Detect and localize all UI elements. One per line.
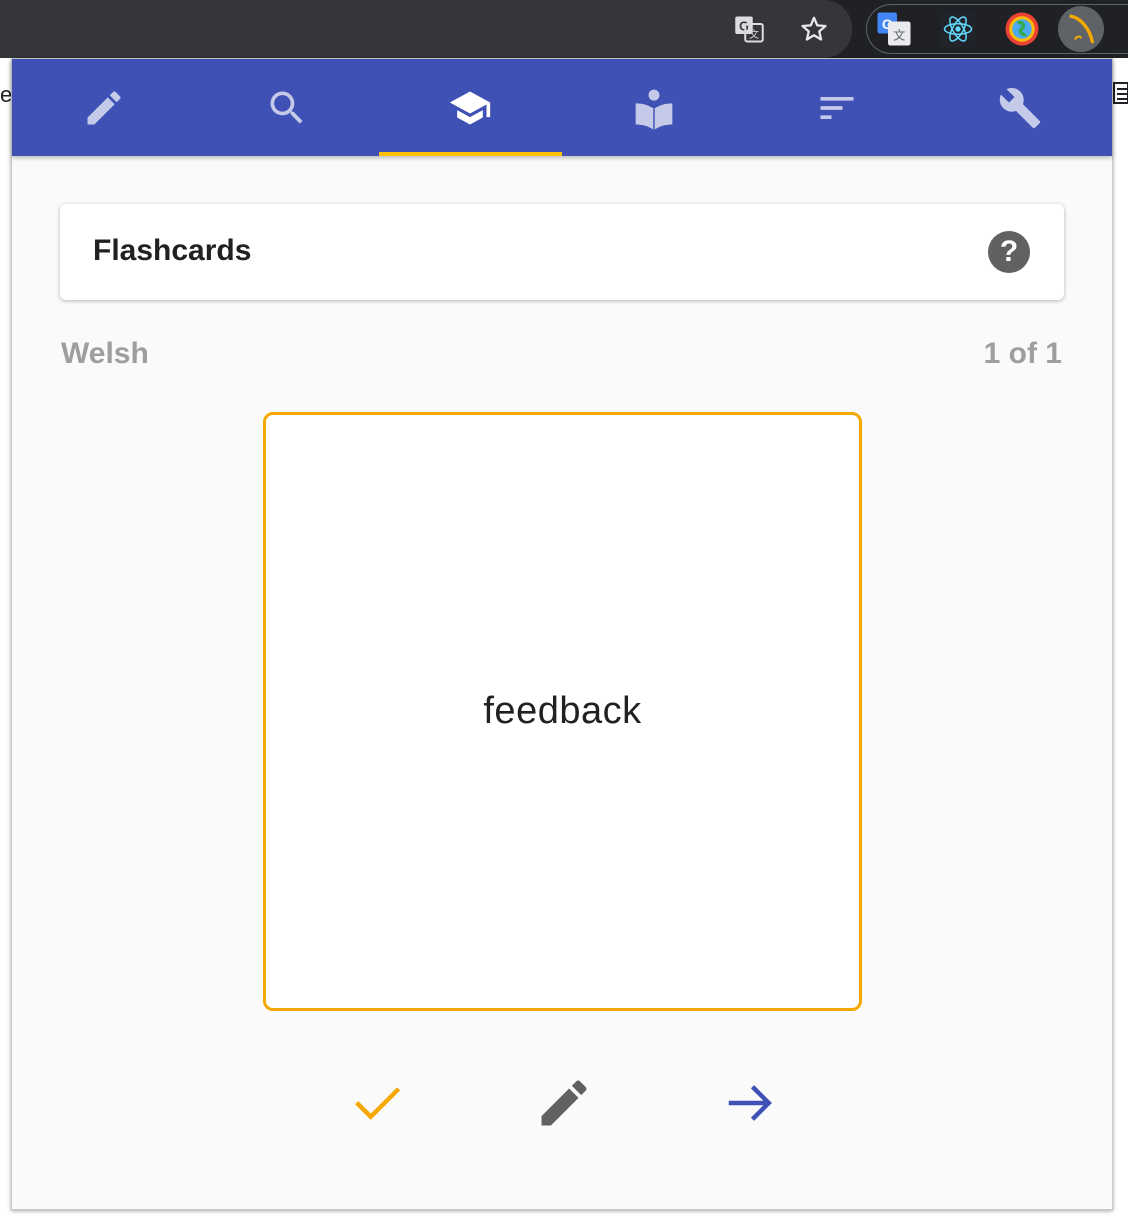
omnibox-end: [0, 0, 852, 58]
svg-text:文: 文: [749, 28, 759, 41]
svg-text:G: G: [739, 19, 749, 33]
arrow-right-icon: [728, 1085, 772, 1121]
help-button[interactable]: ?: [988, 231, 1030, 273]
mark-known-button[interactable]: [345, 1071, 409, 1135]
react-devtools-icon[interactable]: [937, 8, 979, 50]
wrench-icon: [1000, 87, 1041, 128]
tab-search[interactable]: [195, 59, 378, 156]
check-icon: [355, 1087, 401, 1120]
tab-reader[interactable]: [562, 59, 745, 156]
page-behind-list-icon: [1112, 80, 1128, 106]
tab-sort[interactable]: [745, 59, 928, 156]
flashcards-extension-icon[interactable]: [1060, 8, 1102, 50]
flashcard-word: feedback: [483, 690, 642, 732]
globe-extension-icon[interactable]: [1001, 8, 1043, 50]
flashcard[interactable]: feedback: [263, 412, 862, 1011]
google-translate-extension-icon[interactable]: G 文: [873, 8, 915, 50]
search-icon: [270, 91, 303, 124]
graduation-cap-icon: [450, 91, 491, 124]
pencil-icon: [87, 90, 121, 124]
next-card-button[interactable]: [718, 1071, 782, 1135]
card-counter: 1 of 1: [983, 337, 1062, 370]
star-bookmark-icon[interactable]: [793, 8, 835, 50]
svg-text:文: 文: [893, 28, 905, 43]
reader-book-icon: [635, 89, 672, 130]
title-card: Flashcards ?: [60, 204, 1064, 300]
page-title: Flashcards: [93, 234, 252, 267]
translate-icon[interactable]: G 文: [728, 8, 770, 50]
extension-popup: Flashcards ? Welsh 1 of 1 feedback: [11, 58, 1113, 1210]
tab-settings[interactable]: [929, 59, 1112, 156]
sort-lines-icon: [820, 96, 854, 119]
help-question-icon: ?: [999, 235, 1019, 268]
tab-edit[interactable]: [12, 59, 195, 156]
deck-language: Welsh: [61, 337, 149, 370]
browser-toolbar: G 文 G 文: [0, 0, 1128, 58]
pencil-icon: [541, 1080, 587, 1126]
tab-flashcards[interactable]: [378, 59, 563, 156]
nav-bar: [12, 59, 1112, 156]
edit-card-button[interactable]: [532, 1071, 596, 1135]
